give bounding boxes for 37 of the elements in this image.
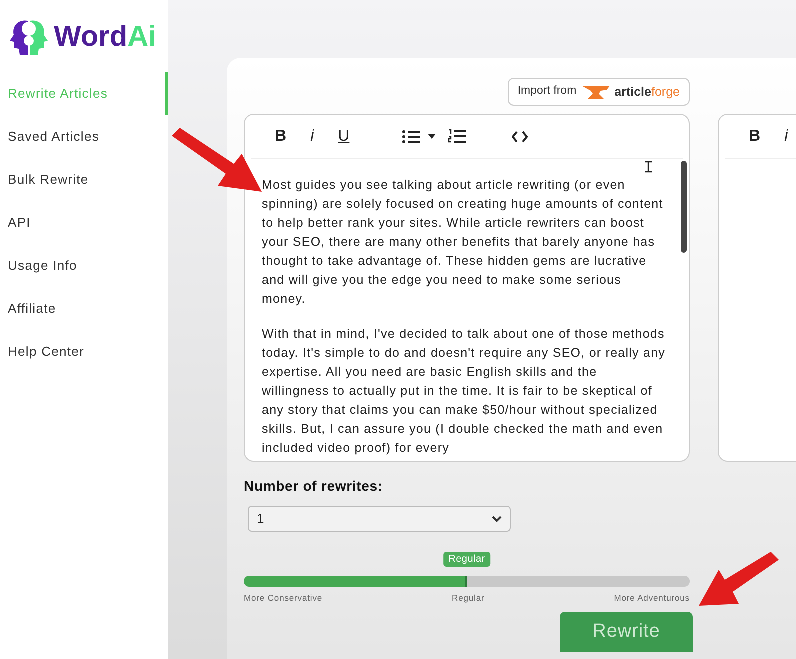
import-label: Import from xyxy=(518,84,577,100)
sidebar-item[interactable]: Saved Articles xyxy=(0,115,168,158)
anvil-icon xyxy=(580,84,611,100)
chevron-down-icon xyxy=(492,516,502,522)
italic-button[interactable]: i xyxy=(784,124,788,148)
text-cursor-icon xyxy=(645,161,652,173)
slider-tick-label: More Conservative xyxy=(244,592,323,605)
sidebar-item[interactable]: Usage Info xyxy=(0,244,168,287)
numbered-list-icon[interactable] xyxy=(448,129,466,144)
bold-button[interactable]: B xyxy=(275,124,287,148)
editor-panel[interactable]: B i xyxy=(718,114,796,462)
caret-icon[interactable] xyxy=(428,134,436,139)
rewrites-label: Number of rewrites: xyxy=(244,477,384,496)
sidebar-item[interactable]: Help Center xyxy=(0,330,168,373)
article-paragraph: With that in mind, I've decided to talk about one of those methods today. It's simple to do and doesn't require any SEO, or really any expertise. All you need are basic English skills and the willingness to actually put in the time. It is fair to be skeptical of any story that claims you can make $50/hour without specialized skills. But, I can assure you (I double checked the math and even included video proof) for every xyxy=(262,326,667,457)
logo-text: Word xyxy=(54,22,128,52)
logo-text: Ai xyxy=(128,22,157,52)
sidebar-item[interactable]: Bulk Rewrite xyxy=(0,158,168,201)
article-paragraph: Most guides you see talking about article rewriting (or even spinning) are solely focused on creating huge amounts of content to help better rank your sites. While article rewriters can boost your SEO, there are many other benefits that barely anyone has thought to take advantage of. These hidden gems are lucrative and will give you the edge you need to make some serious money. xyxy=(262,177,664,308)
editor-panel[interactable] xyxy=(244,114,690,462)
rewrites-select[interactable]: 1 xyxy=(248,506,511,532)
sidebar-item[interactable]: Affiliate xyxy=(0,287,168,330)
brand-text: forge xyxy=(652,84,680,101)
brand-text: article xyxy=(614,84,652,101)
slider-tick-label: Regular xyxy=(452,592,485,605)
bold-button[interactable]: B xyxy=(749,124,761,148)
bullet-list-icon[interactable] xyxy=(402,130,420,144)
sidebar-item[interactable]: API xyxy=(0,201,168,244)
import-button[interactable]: Import from articleforge xyxy=(508,78,690,106)
underline-button[interactable]: U xyxy=(338,124,350,148)
slider-tooltip: Regular xyxy=(444,552,490,567)
italic-button[interactable]: i xyxy=(310,124,314,148)
slider-track[interactable] xyxy=(244,576,690,587)
scrollbar[interactable] xyxy=(681,161,687,253)
slider-tick-label: More Adventurous xyxy=(614,592,690,605)
code-icon[interactable] xyxy=(512,130,528,142)
select-value: 1 xyxy=(257,510,264,528)
